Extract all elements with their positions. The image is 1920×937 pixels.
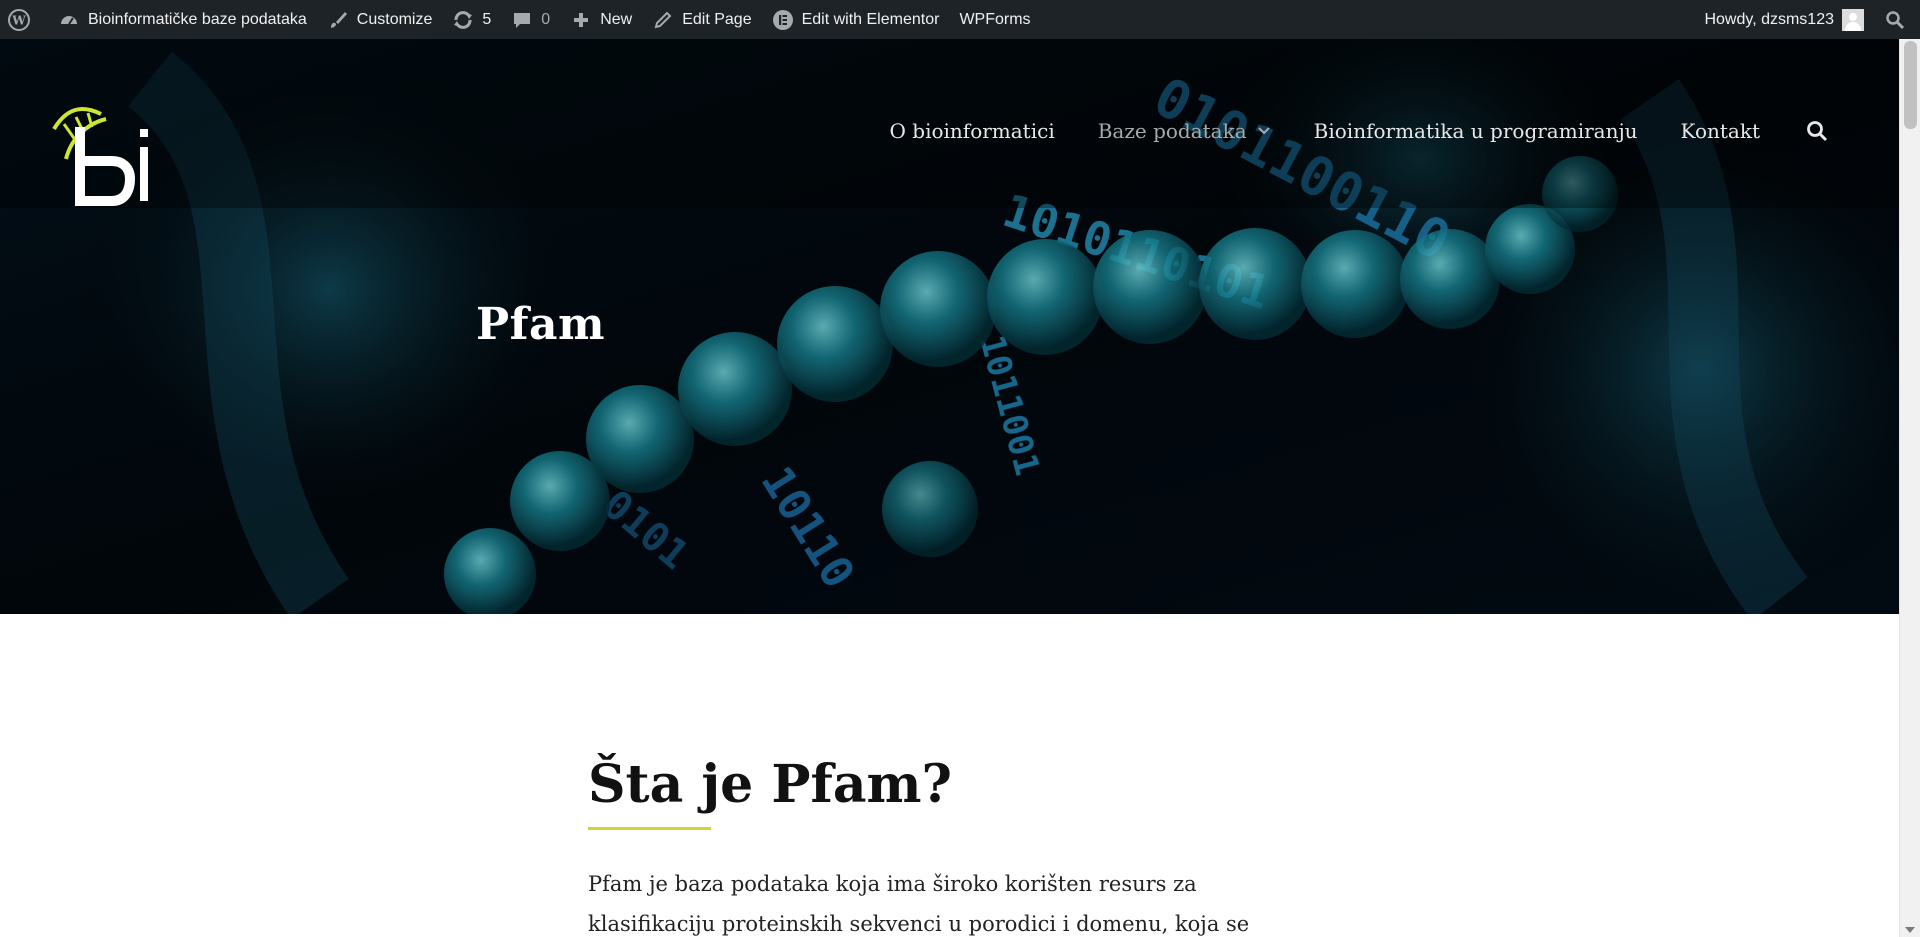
- nav-item-label: Baze podataka: [1097, 119, 1247, 143]
- dashboard-icon: [58, 9, 80, 31]
- svg-text:W: W: [11, 13, 26, 27]
- adminbar-search-button[interactable]: [1874, 0, 1920, 39]
- section-heading: Šta je Pfam?: [588, 754, 953, 815]
- heading-underline: [588, 827, 711, 830]
- scroll-down-arrow-icon[interactable]: [1905, 927, 1915, 933]
- nav-item-label: O bioinformatici: [889, 119, 1055, 143]
- pencil-icon: [652, 9, 674, 31]
- wordpress-logo-button[interactable]: W: [0, 0, 48, 39]
- search-icon[interactable]: [1805, 119, 1829, 143]
- customize-label: Customize: [356, 10, 433, 28]
- elementor-icon: [772, 9, 794, 31]
- elementor-label: Edit with Elementor: [801, 10, 940, 28]
- updates-link[interactable]: 5: [442, 0, 501, 39]
- account-menu[interactable]: Howdy, dzsms123: [1694, 0, 1874, 39]
- admin-bar: W Bioinformatičke baze podataka Customiz…: [0, 0, 1920, 39]
- page-title: Pfam: [476, 299, 606, 350]
- hero-section: 0101100110 1010110101 10110 0101 1011001: [0, 39, 1899, 614]
- scrollbar-thumb[interactable]: [1904, 41, 1917, 129]
- avatar: [1842, 8, 1864, 31]
- howdy-label: Howdy, dzsms123: [1704, 10, 1834, 28]
- site-name-link[interactable]: Bioinformatičke baze podataka: [48, 0, 317, 39]
- updates-icon: [452, 9, 474, 31]
- main-navigation: O bioinformatici Baze podataka Bioinform…: [847, 111, 1899, 151]
- search-icon: [1884, 9, 1906, 31]
- wordpress-icon: W: [8, 8, 30, 31]
- edit-page-label: Edit Page: [682, 10, 752, 28]
- updates-count: 5: [482, 10, 492, 28]
- comments-link[interactable]: 0: [501, 0, 560, 39]
- nav-item-kontakt[interactable]: Kontakt: [1681, 119, 1760, 143]
- edit-page-link[interactable]: Edit Page: [642, 0, 761, 39]
- intro-paragraph: Pfam je baza podataka koja ima široko ko…: [588, 872, 1250, 936]
- wpforms-label: WPForms: [959, 10, 1031, 28]
- new-label: New: [600, 10, 633, 28]
- nav-item-label: Kontakt: [1680, 119, 1760, 143]
- nav-item-o-bioinformatici[interactable]: O bioinformatici: [890, 119, 1055, 143]
- nav-item-label: Bioinformatika u programiranju: [1313, 119, 1638, 143]
- plus-icon: [570, 9, 592, 31]
- wpforms-link[interactable]: WPForms: [949, 0, 1040, 39]
- page-scrollbar[interactable]: [1899, 39, 1920, 937]
- chevron-down-icon: [1257, 124, 1271, 138]
- logo-icon: [52, 107, 148, 206]
- customize-link[interactable]: Customize: [317, 0, 443, 39]
- new-content-link[interactable]: New: [560, 0, 642, 39]
- elementor-link[interactable]: Edit with Elementor: [762, 0, 950, 39]
- site-logo[interactable]: [46, 69, 156, 214]
- nav-item-bioinformatika-u-programiranju[interactable]: Bioinformatika u programiranju: [1314, 119, 1638, 143]
- comment-icon: [511, 9, 533, 31]
- nav-item-baze-podataka[interactable]: Baze podataka: [1098, 119, 1271, 143]
- comments-count: 0: [541, 10, 551, 28]
- site-name-label: Bioinformatičke baze podataka: [88, 10, 307, 28]
- paintbrush-icon: [327, 9, 349, 31]
